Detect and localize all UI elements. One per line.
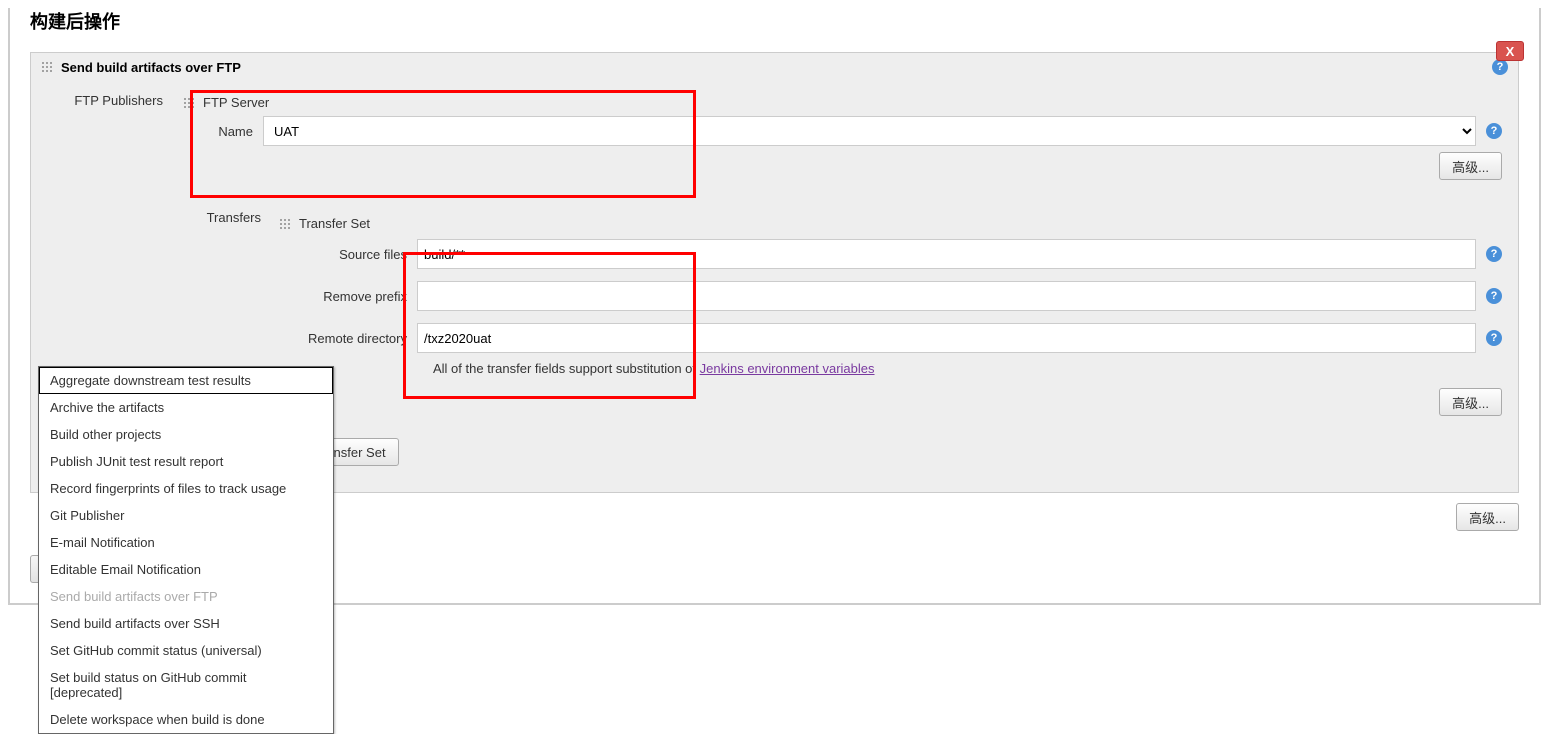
remote-directory-label: Remote directory	[297, 331, 407, 346]
post-build-actions-menu[interactable]: Aggregate downstream test resultsArchive…	[38, 366, 334, 734]
hint-prefix: All of the transfer fields support subst…	[433, 361, 700, 376]
help-icon[interactable]: ?	[1486, 246, 1502, 262]
help-icon[interactable]: ?	[1492, 59, 1508, 75]
server-name-select[interactable]: UAT	[263, 116, 1476, 146]
menu-item[interactable]: Set GitHub commit status (universal)	[39, 637, 333, 664]
help-icon[interactable]: ?	[1486, 330, 1502, 346]
remove-prefix-input[interactable]	[417, 281, 1476, 311]
drag-handle-icon[interactable]	[41, 61, 53, 73]
delete-publisher-button[interactable]: X	[1496, 41, 1524, 61]
menu-item[interactable]: Aggregate downstream test results	[39, 367, 333, 394]
menu-item[interactable]: Send build artifacts over FTP	[39, 583, 333, 610]
name-label: Name	[201, 124, 253, 139]
menu-item[interactable]: Set build status on GitHub commit [depre…	[39, 664, 333, 706]
menu-item[interactable]: Publish JUnit test result report	[39, 448, 333, 475]
env-vars-link[interactable]: Jenkins environment variables	[700, 361, 875, 376]
outer-advanced-button[interactable]: 高级...	[1456, 503, 1519, 531]
remote-directory-input[interactable]	[417, 323, 1476, 353]
transfers-label: Transfers	[177, 202, 275, 233]
menu-item[interactable]: Build other projects	[39, 421, 333, 448]
help-icon[interactable]: ?	[1486, 123, 1502, 139]
remove-prefix-label: Remove prefix	[297, 289, 407, 304]
transfer-set-heading: Transfer Set	[299, 216, 370, 231]
menu-item[interactable]: Git Publisher	[39, 502, 333, 529]
source-files-input[interactable]	[417, 239, 1476, 269]
transfer-set: Transfer Set Source files ?	[275, 208, 1502, 430]
ftp-server-heading: FTP Server	[203, 95, 269, 110]
transfer-advanced-button[interactable]: 高级...	[1439, 388, 1502, 416]
publisher-title: Send build artifacts over FTP	[61, 60, 241, 75]
ftp-server-section: FTP Server Name UAT ? 高级...	[177, 85, 1502, 196]
menu-item[interactable]: E-mail Notification	[39, 529, 333, 556]
transfer-hint: All of the transfer fields support subst…	[297, 361, 1502, 376]
source-files-label: Source files	[297, 247, 407, 262]
menu-item[interactable]: Archive the artifacts	[39, 394, 333, 421]
menu-item[interactable]: Record fingerprints of files to track us…	[39, 475, 333, 502]
menu-item[interactable]: Editable Email Notification	[39, 556, 333, 583]
server-advanced-button[interactable]: 高级...	[1439, 152, 1502, 180]
menu-item[interactable]: Delete workspace when build is done	[39, 706, 333, 733]
drag-handle-icon[interactable]	[279, 218, 291, 230]
section-title: 构建后操作	[30, 8, 1519, 34]
help-icon[interactable]: ?	[1486, 288, 1502, 304]
ftp-publishers-label: FTP Publishers	[47, 85, 177, 116]
publisher-header: Send build artifacts over FTP ?	[31, 53, 1518, 81]
drag-handle-icon[interactable]	[183, 97, 195, 109]
menu-item[interactable]: Send build artifacts over SSH	[39, 610, 333, 637]
